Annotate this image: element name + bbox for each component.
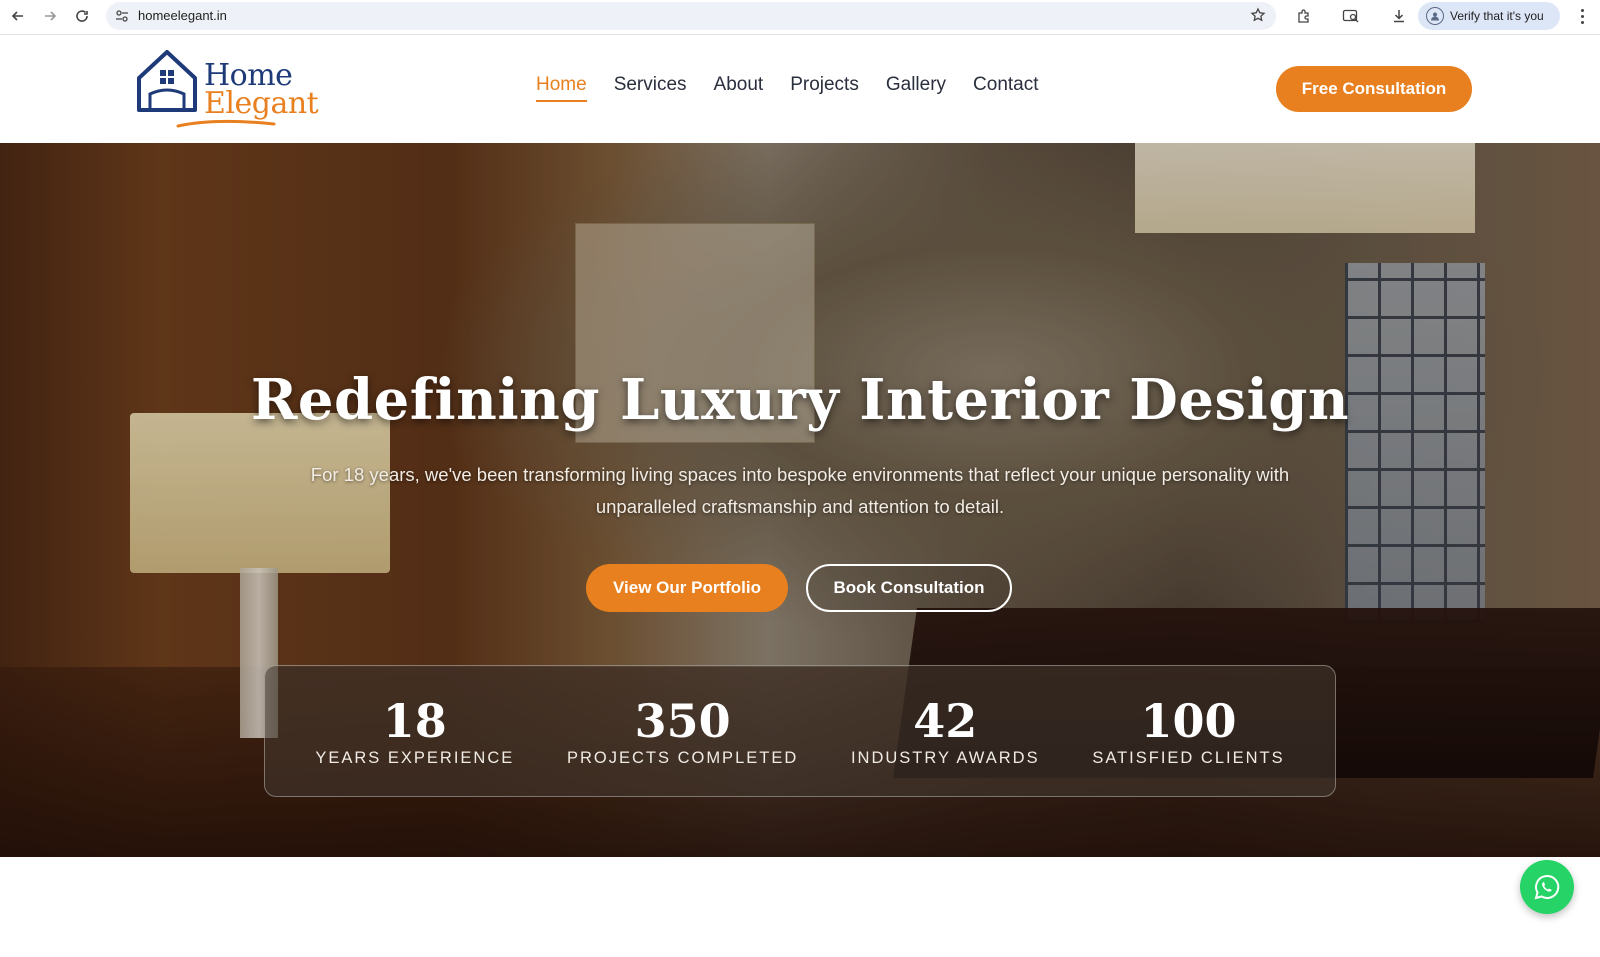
stat-industry-awards: 42 INDUSTRY AWARDS [851, 695, 1040, 768]
address-bar[interactable]: homeelegant.in [106, 2, 1276, 30]
stat-label: PROJECTS COMPLETED [566, 748, 799, 767]
stat-value: 350 [634, 693, 731, 748]
stat-label: SATISFIED CLIENTS [1092, 748, 1285, 767]
stat-value: 100 [1140, 693, 1237, 748]
nav-gallery[interactable]: Gallery [886, 74, 946, 102]
reload-icon[interactable] [70, 4, 94, 28]
nav-contact[interactable]: Contact [973, 74, 1038, 102]
stats-panel: 18 YEARS EXPERIENCE 350 PROJECTS COMPLET… [264, 665, 1336, 797]
tab-search-icon[interactable] [1340, 5, 1362, 27]
home-elegant-logo[interactable]: Home Elegant [136, 48, 336, 130]
stat-label: INDUSTRY AWARDS [850, 748, 1040, 767]
stat-years-experience: 18 YEARS EXPERIENCE [315, 695, 514, 768]
profile-avatar-icon [1426, 7, 1444, 25]
site-settings-icon[interactable] [114, 8, 130, 24]
url-text[interactable]: homeelegant.in [138, 8, 227, 23]
view-portfolio-button[interactable]: View Our Portfolio [586, 564, 788, 612]
download-icon[interactable] [1388, 5, 1410, 27]
whatsapp-icon [1534, 874, 1560, 900]
hero-title: Redefining Luxury Interior Design [250, 367, 1350, 433]
forward-icon[interactable] [38, 4, 62, 28]
site-header: Home Elegant Home Services About Project… [0, 36, 1600, 143]
logo-swoosh-icon [176, 119, 276, 128]
free-consultation-button[interactable]: Free Consultation [1276, 66, 1472, 112]
stat-projects-completed: 350 PROJECTS COMPLETED [567, 695, 798, 768]
verify-label: Verify that it's you [1450, 9, 1544, 23]
nav-services[interactable]: Services [614, 74, 687, 102]
extensions-icon[interactable] [1293, 5, 1315, 27]
stat-label: YEARS EXPERIENCE [315, 748, 515, 767]
browser-toolbar: homeelegant.in Verify that it's you [0, 0, 1600, 35]
nav-home[interactable]: Home [536, 74, 587, 102]
book-consultation-button[interactable]: Book Consultation [806, 564, 1012, 612]
stat-value: 42 [913, 693, 978, 748]
stat-value: 18 [382, 693, 447, 748]
bookmark-star-icon[interactable] [1250, 7, 1266, 28]
nav-about[interactable]: About [714, 74, 764, 102]
stat-satisfied-clients: 100 SATISFIED CLIENTS [1092, 695, 1284, 768]
house-logo-icon [137, 50, 197, 112]
whatsapp-chat-button[interactable] [1520, 860, 1574, 914]
nav-projects[interactable]: Projects [790, 74, 859, 102]
hero-section: Redefining Luxury Interior Design For 18… [0, 143, 1600, 857]
browser-menu-icon[interactable] [1574, 6, 1590, 26]
hero-subtitle: For 18 years, we've been transforming li… [310, 464, 1290, 517]
back-icon[interactable] [6, 4, 30, 28]
logo-word-elegant: Elegant [204, 86, 319, 121]
main-navigation: Home Services About Projects Gallery Con… [536, 74, 1039, 102]
profile-verify-chip[interactable]: Verify that it's you [1418, 2, 1560, 30]
